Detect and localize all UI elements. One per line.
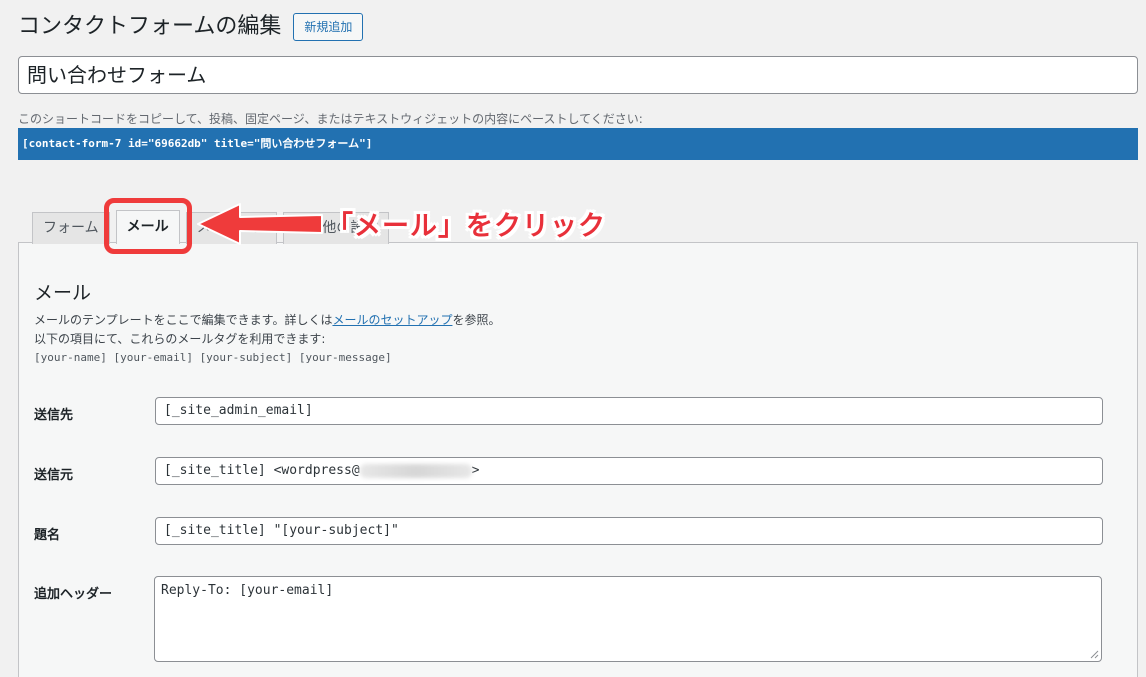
to-label: 送信先 [34, 408, 74, 423]
annotation-arrow-icon [197, 203, 323, 245]
tab-form[interactable]: フォーム [32, 212, 110, 244]
from-input-tail: > [471, 463, 480, 478]
page-header: コンタクトフォームの編集 新規追加 [18, 12, 364, 42]
page-title: コンタクトフォームの編集 [18, 14, 282, 39]
from-input[interactable]: [_site_title] <wordpress@ > [155, 457, 1103, 485]
mail-description: メールのテンプレートをここで編集できます。詳しくはメールのセットアップを参照。 [34, 311, 500, 328]
subject-label: 題名 [34, 528, 61, 543]
additional-headers-value: Reply-To: [your-email] [161, 583, 334, 598]
subject-input[interactable]: [_site_title] "[your-subject]" [155, 517, 1103, 545]
mailtags-list: [your-name] [your-email] [your-subject] … [34, 351, 392, 364]
additional-headers-textarea[interactable]: Reply-To: [your-email] [154, 576, 1102, 662]
from-label: 送信元 [34, 468, 74, 483]
from-input-value: [_site_title] <wordpress@ [164, 463, 360, 478]
form-title-input[interactable]: 問い合わせフォーム [18, 56, 1138, 94]
annotation-highlight-box [104, 198, 192, 254]
redacted-domain [359, 463, 472, 478]
add-new-button[interactable]: 新規追加 [293, 13, 364, 41]
shortcode-description: このショートコードをコピーして、投稿、固定ページ、またはテキストウィジェットの内… [18, 112, 643, 126]
mailtags-description: 以下の項目にて、これらのメールタグを利用できます: [34, 332, 326, 346]
mail-setup-link[interactable]: メールのセットアップ [332, 313, 452, 327]
mail-description-prefix: メールのテンプレートをここで編集できます。詳しくは [34, 313, 333, 327]
shortcode-field[interactable]: [contact-form-7 id="69662db" title="問い合わ… [18, 128, 1138, 160]
to-input[interactable]: [_site_admin_email] [155, 397, 1103, 425]
annotation-label: 「メール」をクリック [326, 211, 606, 242]
resize-handle-icon[interactable] [1089, 649, 1099, 659]
mail-description-suffix: を参照。 [452, 313, 501, 327]
additional-headers-label: 追加ヘッダー [34, 587, 113, 602]
mail-section-heading: メール [34, 282, 92, 304]
